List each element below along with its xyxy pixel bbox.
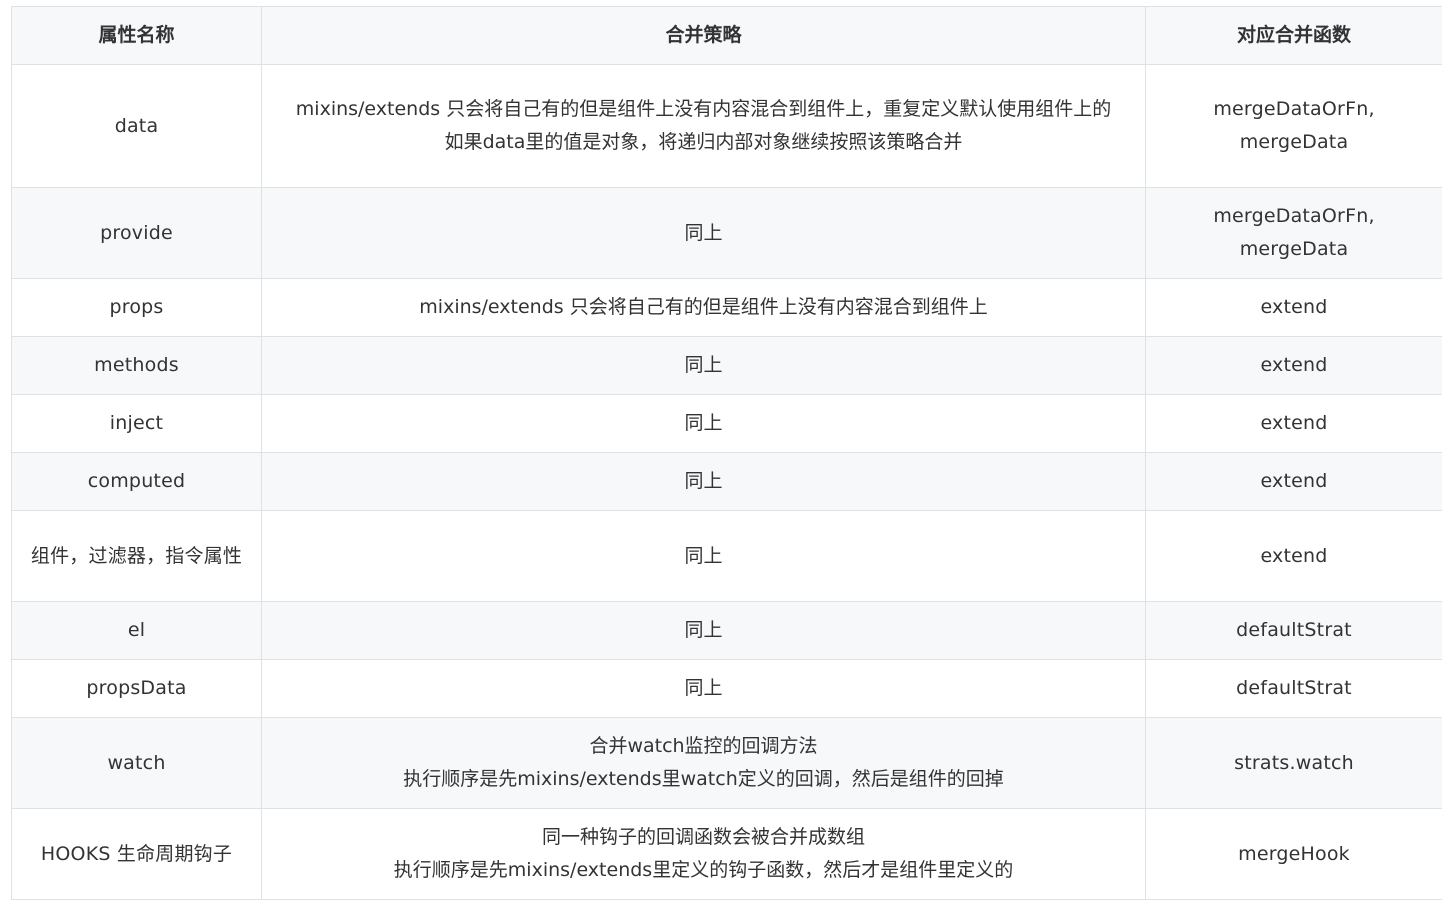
merge-function-cell: strats.watch [1145,717,1442,809]
merge-strategy-cell: 同上 [261,659,1146,718]
merge-strategy-line: 同上 [684,677,723,699]
merge-strategy-line: 同上 [684,221,723,244]
merge-function-line: mergeDataOrFn, [1213,205,1375,227]
table-row: provide 同上 mergeDataOrFn, mergeData [11,187,1442,279]
merge-strategy-line: 合并watch监控的回调方法 [589,735,818,757]
property-name-cell: propsData [11,659,262,718]
merge-strategy-table-container: 属性名称 合并策略 对应合并函数 data mixins/extends 只会将自… [11,6,1442,900]
merge-strategy-line: 同上 [684,619,723,641]
table-row: props mixins/extends 只会将自己有的但是组件上没有内容混合到组… [11,278,1442,337]
merge-strategy-line: mixins/extends 只会将自己有的但是组件上没有内容混合到组件上，重复… [295,98,1112,120]
merge-strategy-cell: 同上 [261,187,1146,279]
merge-strategy-line: 同上 [684,354,723,376]
merge-strategy-cell: 同上 [261,394,1146,453]
merge-function-line: mergeData [1239,131,1349,153]
header-merge-strategy: 合并策略 [261,6,1146,65]
table-row: el 同上 defaultStrat [11,601,1442,660]
merge-strategy-line: 同上 [684,470,723,492]
merge-function-cell: extend [1145,336,1442,395]
property-name-cell: props [11,278,262,337]
merge-function-cell: extend [1145,452,1442,511]
merge-function-cell: mergeDataOrFn, mergeData [1145,64,1442,188]
merge-function-cell: defaultStrat [1145,659,1442,718]
property-name-cell: watch [11,717,262,809]
merge-function-line: mergeHook [1238,842,1350,865]
table-row: propsData 同上 defaultStrat [11,659,1442,718]
merge-strategy-table: 属性名称 合并策略 对应合并函数 data mixins/extends 只会将自… [11,6,1442,900]
table-row: inject 同上 extend [11,394,1442,453]
table-row: data mixins/extends 只会将自己有的但是组件上没有内容混合到组件… [11,64,1442,188]
header-row: 属性名称 合并策略 对应合并函数 [11,6,1442,65]
merge-function-line: defaultStrat [1236,677,1352,699]
merge-strategy-cell: 同上 [261,601,1146,660]
table-row: methods 同上 extend [11,336,1442,395]
merge-function-line: extend [1260,470,1328,492]
table-body: data mixins/extends 只会将自己有的但是组件上没有内容混合到组件… [11,64,1442,900]
property-name-cell: inject [11,394,262,453]
merge-strategy-line: 执行顺序是先mixins/extends里定义的钩子函数，然后才是组件里定义的 [393,859,1014,881]
merge-function-line: extend [1260,412,1328,434]
merge-function-line: extend [1260,544,1328,567]
table-row: HOOKS 生命周期钩子 同一种钩子的回调函数会被合并成数组 执行顺序是先mixin… [11,808,1442,900]
merge-function-cell: mergeHook [1145,808,1442,900]
merge-strategy-cell: 同上 [261,510,1146,602]
table-row: computed 同上 extend [11,452,1442,511]
property-name-cell: provide [11,187,262,279]
merge-function-line: defaultStrat [1236,619,1352,641]
merge-function-line: mergeData [1239,238,1349,260]
merge-strategy-cell: 同一种钩子的回调函数会被合并成数组执行顺序是先mixins/extends里定义… [261,808,1146,900]
merge-strategy-cell: 同上 [261,452,1146,511]
table-row: watch 合并watch监控的回调方法 执行顺序是先mixins/extends里… [11,717,1442,809]
merge-strategy-cell: 同上 [261,336,1146,395]
merge-function-line: mergeDataOrFn, [1213,98,1375,120]
merge-strategy-line: 同上 [684,412,723,434]
merge-strategy-cell: mixins/extends 只会将自己有的但是组件上没有内容混合到组件上 [261,278,1146,337]
property-name-cell: data [11,64,262,188]
merge-strategy-line: mixins/extends 只会将自己有的但是组件上没有内容混合到组件上 [419,296,988,318]
merge-strategy-line: 如果data里的值是对象，将递归内部对象继续按照该策略合并 [444,131,963,153]
merge-function-cell: defaultStrat [1145,601,1442,660]
property-name-cell: methods [11,336,262,395]
property-name-cell: HOOKS 生命周期钩子 [11,808,262,900]
merge-strategy-cell: mixins/extends 只会将自己有的但是组件上没有内容混合到组件上，重复… [261,64,1146,188]
header-property-name: 属性名称 [11,6,262,65]
merge-function-cell: extend [1145,510,1442,602]
merge-strategy-cell: 合并watch监控的回调方法执行顺序是先mixins/extends里watch… [261,717,1146,809]
merge-function-line: extend [1260,296,1328,318]
merge-function-cell: extend [1145,394,1442,453]
property-name-cell: el [11,601,262,660]
merge-function-cell: mergeDataOrFn, mergeData [1145,187,1442,279]
merge-function-line: strats.watch [1234,751,1354,774]
merge-strategy-line: 同一种钩子的回调函数会被合并成数组 [541,826,865,848]
table-row: 组件，过滤器，指令属性 同上 extend [11,510,1442,602]
table-header: 属性名称 合并策略 对应合并函数 [11,6,1442,65]
property-name-cell: 组件，过滤器，指令属性 [11,510,262,602]
merge-strategy-line: 执行顺序是先mixins/extends里watch定义的回调，然后是组件的回掉 [403,768,1004,790]
merge-strategy-line: 同上 [684,544,723,567]
merge-function-line: extend [1260,354,1328,376]
merge-function-cell: extend [1145,278,1442,337]
header-merge-function: 对应合并函数 [1145,6,1442,65]
property-name-cell: computed [11,452,262,511]
